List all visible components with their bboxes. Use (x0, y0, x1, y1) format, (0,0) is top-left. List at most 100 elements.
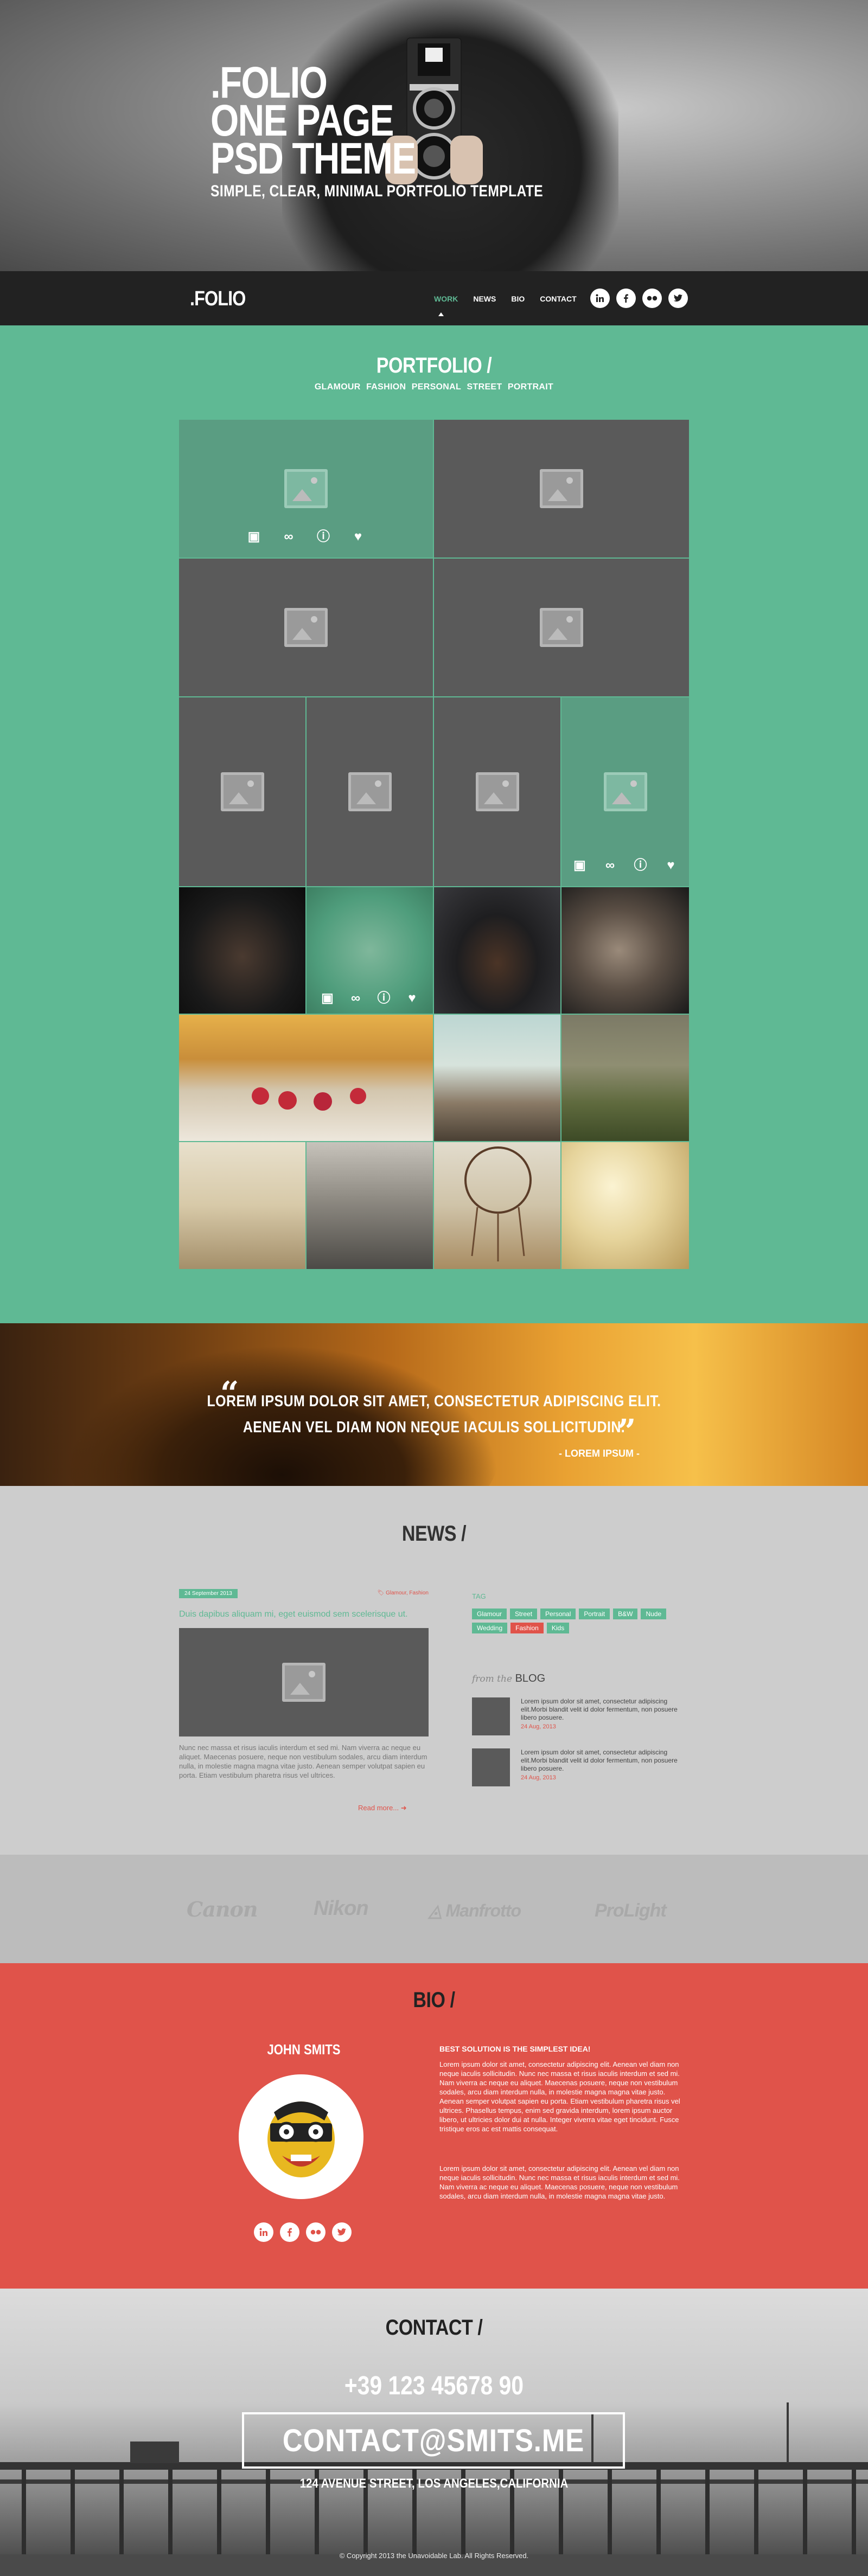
landscape-photo[interactable] (434, 1015, 560, 1141)
heart-icon[interactable]: ♥ (405, 991, 420, 1006)
link-icon[interactable]: ∞ (603, 858, 618, 873)
nav-contact-link[interactable]: CONTACT (540, 294, 576, 303)
tag-bw[interactable]: B&W (613, 1609, 638, 1619)
nav-social-links (590, 289, 688, 308)
blog-item[interactable]: Lorem ipsum dolor sit amet, consectetur … (472, 1697, 684, 1735)
contact-email-button[interactable]: CONTACT@SMITS.ME (242, 2412, 625, 2469)
info-icon[interactable]: ⓘ (376, 991, 392, 1006)
grass-photo[interactable] (561, 1015, 689, 1141)
heart-icon[interactable]: ♥ (663, 858, 679, 873)
tag-wedding[interactable]: Wedding (472, 1623, 508, 1633)
brand-manfrotto-logo: ◬ Manfrotto (429, 1900, 521, 1921)
linkedin-icon[interactable] (590, 289, 610, 308)
site-logo[interactable]: .FOLIO (190, 287, 246, 311)
dreamcatcher-illustration (464, 1146, 532, 1261)
post-categories[interactable]: 🏷 Glamour, Fashion (378, 1590, 429, 1596)
close-quote-icon: ” (617, 1413, 636, 1451)
filter-portrait[interactable]: PORTRAIT (508, 382, 553, 392)
image-placeholder-icon (284, 608, 328, 647)
portfolio-item[interactable] (434, 420, 689, 558)
tag-nude[interactable]: Nude (641, 1609, 667, 1619)
post-date-badge: 24 September 2013 (179, 1589, 238, 1598)
info-icon[interactable]: ⓘ (316, 529, 331, 544)
tag-kids[interactable]: Kids (546, 1623, 570, 1633)
tile-actions: ▣ ∞ ⓘ ♥ (307, 991, 433, 1006)
quote-line-2: AENEAN VEL DIAM NON NEQUE IACULIS SOLLIC… (242, 1419, 626, 1436)
bio-section: BIO / JOHN SMITS BEST SOLUTION IS THE SI… (0, 1963, 868, 2289)
filter-glamour[interactable]: GLAMOUR (315, 382, 361, 392)
twitter-icon[interactable] (332, 2222, 352, 2242)
bio-social-links (254, 2222, 352, 2242)
raspberries-illustration (252, 1087, 366, 1111)
portfolio-item[interactable] (434, 559, 689, 696)
tag-glamour[interactable]: Glamour (472, 1609, 507, 1619)
info-icon[interactable]: ⓘ (633, 858, 648, 873)
raspberries-photo[interactable] (179, 1015, 433, 1141)
dreamcatcher-photo[interactable] (434, 1142, 560, 1269)
wheel-photo[interactable] (307, 1142, 433, 1269)
portfolio-item[interactable] (179, 697, 305, 886)
post-image[interactable] (179, 1628, 429, 1736)
avatar-illustration (267, 2101, 335, 2177)
blog-item-text: Lorem ipsum dolor sit amet, consectetur … (521, 1697, 684, 1731)
main-navbar: .FOLIO WORK NEWS BIO CONTACT (0, 271, 868, 325)
portfolio-section: PORTFOLIO / GLAMOUR FASHION PERSONAL STR… (0, 325, 868, 1323)
link-icon[interactable]: ∞ (348, 991, 363, 1006)
bio-heading: BEST SOLUTION IS THE SIMPLEST IDEA! (439, 2045, 591, 2053)
image-placeholder-icon (348, 772, 392, 811)
portrait-photo[interactable] (179, 887, 305, 1014)
facebook-icon[interactable] (616, 289, 636, 308)
portrait-photo-hover[interactable]: ▣ ∞ ⓘ ♥ (307, 887, 433, 1014)
tag-fashion[interactable]: Fashion (510, 1623, 544, 1633)
blog-heading: from the BLOG (472, 1673, 545, 1685)
contact-title: CONTACT / (385, 2316, 483, 2340)
facebook-icon[interactable] (280, 2222, 299, 2242)
image-placeholder-icon (540, 608, 583, 647)
blog-item[interactable]: Lorem ipsum dolor sit amet, consectetur … (472, 1748, 684, 1786)
image-placeholder-icon (220, 772, 264, 811)
filter-fashion[interactable]: FASHION (366, 382, 406, 392)
contact-email: CONTACT@SMITS.ME (282, 2423, 585, 2458)
tags-heading: TAG (472, 1592, 486, 1600)
linkedin-icon[interactable] (254, 2222, 273, 2242)
portfolio-item[interactable] (179, 559, 433, 696)
portfolio-grid: ▣ ∞ ⓘ ♥ ▣ ∞ ⓘ ♥ ▣ ∞ ⓘ ♥ (179, 420, 689, 1269)
filter-personal[interactable]: PERSONAL (412, 382, 461, 392)
portfolio-item[interactable]: ▣ ∞ ⓘ ♥ (561, 697, 689, 886)
bio-paragraph-2: Lorem ipsum dolor sit amet, consectetur … (439, 2164, 680, 2200)
twitter-icon[interactable] (668, 289, 688, 308)
read-more-label: Read more... (358, 1804, 399, 1812)
portfolio-item[interactable] (434, 697, 560, 886)
gallery-icon[interactable]: ▣ (320, 991, 335, 1006)
read-more-link[interactable]: Read more... ➜ (358, 1804, 407, 1812)
nav-news-link[interactable]: NEWS (473, 294, 496, 303)
gallery-icon[interactable]: ▣ (572, 858, 588, 873)
link-icon[interactable]: ∞ (281, 529, 296, 544)
filter-street[interactable]: STREET (467, 382, 502, 392)
image-placeholder-icon (603, 772, 647, 811)
heart-icon[interactable]: ♥ (350, 529, 366, 544)
portrait-photo[interactable] (434, 887, 560, 1014)
nav-work-link[interactable]: WORK (434, 294, 458, 303)
sunlight-photo[interactable] (561, 1142, 689, 1269)
tag-street[interactable]: Street (510, 1609, 538, 1619)
flickr-icon[interactable] (306, 2222, 326, 2242)
gallery-icon[interactable]: ▣ (246, 529, 261, 544)
contact-phone[interactable]: +39 123 45678 90 (65, 2371, 803, 2401)
active-menu-indicator (438, 312, 444, 316)
tile-actions: ▣ ∞ ⓘ ♥ (561, 858, 689, 873)
avatar (239, 2074, 363, 2199)
image-placeholder-icon (282, 1663, 326, 1702)
nav-bio-link[interactable]: BIO (511, 294, 525, 303)
portfolio-item[interactable]: ▣ ∞ ⓘ ♥ (179, 420, 433, 558)
tag-personal[interactable]: Personal (540, 1609, 576, 1619)
flickr-icon[interactable] (642, 289, 662, 308)
post-title[interactable]: Duis dapibus aliquam mi, eget euismod se… (179, 1610, 408, 1619)
main-menu: WORK NEWS BIO CONTACT (434, 294, 577, 303)
portfolio-item[interactable] (307, 697, 433, 886)
hero-headline: .FOLIO ONE PAGE PSD THEME SIMPLE, CLEAR,… (210, 61, 616, 201)
field-photo[interactable] (179, 1142, 305, 1269)
arrow-right-icon: ➜ (400, 1804, 407, 1812)
tag-portrait[interactable]: Portrait (579, 1609, 610, 1619)
portrait-photo[interactable] (561, 887, 689, 1014)
